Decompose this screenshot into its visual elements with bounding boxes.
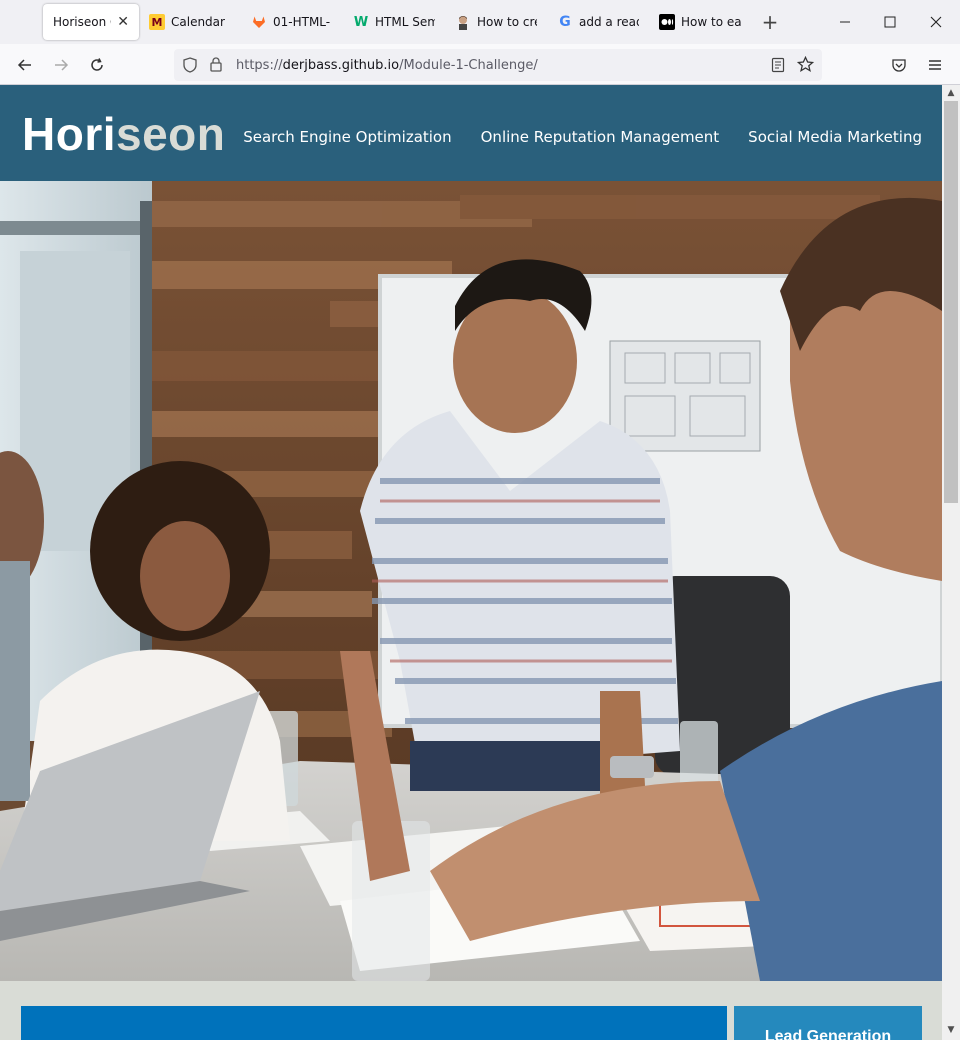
nav-link-seo[interactable]: Search Engine Optimization	[243, 128, 451, 146]
maximize-icon[interactable]	[867, 0, 913, 44]
web-page: Horiseon Search Engine Optimization Onli…	[0, 85, 942, 1040]
menu-hamburger-icon[interactable]	[920, 50, 950, 80]
logo-accent: seon	[116, 108, 226, 160]
reader-view-icon[interactable]	[770, 57, 786, 77]
nav-link-reputation[interactable]: Online Reputation Management	[481, 128, 720, 146]
lock-icon[interactable]	[208, 56, 224, 76]
content-section: Lead Generation	[0, 981, 942, 1040]
tab-label: Calendar	[171, 15, 225, 29]
umn-favicon-icon: M	[149, 14, 165, 30]
site-header: Horiseon Search Engine Optimization Onli…	[0, 85, 942, 181]
logo-main: Hori	[22, 108, 116, 160]
tab-label: 01-HTML-	[273, 15, 331, 29]
tab-label: HTML Sem	[375, 15, 435, 29]
tab-label: Horiseon Op	[53, 15, 111, 29]
new-tab-button[interactable]: +	[755, 7, 785, 37]
tab-gitlab[interactable]: 01-HTML-	[241, 4, 343, 40]
navigation-toolbar: https://derjbass.github.io/Module-1-Chal…	[0, 44, 960, 85]
url-bar[interactable]: https://derjbass.github.io/Module-1-Chal…	[174, 49, 822, 81]
tab-label: How to cre	[477, 15, 537, 29]
hero-image	[0, 181, 942, 981]
window-close-icon[interactable]	[913, 0, 959, 44]
tab-horiseon[interactable]: Horiseon Op ✕	[43, 4, 139, 40]
scroll-down-arrow-icon[interactable]: ▼	[942, 1022, 960, 1038]
google-favicon-icon: G	[559, 14, 571, 30]
shield-icon[interactable]	[182, 57, 198, 77]
tab-w3schools[interactable]: W HTML Sem	[343, 4, 445, 40]
tab-calendar[interactable]: M Calendar	[139, 4, 241, 40]
back-arrow-icon[interactable]	[10, 50, 40, 80]
forward-arrow-icon[interactable]	[46, 50, 76, 80]
gitlab-favicon-icon	[251, 14, 267, 30]
site-logo: Horiseon	[22, 107, 225, 161]
reload-icon[interactable]	[82, 50, 112, 80]
tab-how-to-create[interactable]: How to cre	[445, 4, 547, 40]
site-navigation: Search Engine Optimization Online Reputa…	[243, 128, 922, 146]
minimize-icon[interactable]	[822, 0, 868, 44]
content-main-box	[21, 1006, 727, 1040]
avatar-favicon-icon	[455, 14, 471, 30]
tab-strip: Horiseon Op ✕ M Calendar 01-HTML- W HTML…	[0, 0, 960, 44]
tab-label: How to ea	[681, 15, 741, 29]
url-scheme: https://	[236, 57, 283, 73]
benefit-heading: Lead Generation	[764, 1028, 892, 1040]
url-host: derjbass.github.io	[282, 57, 400, 73]
url-text: https://derjbass.github.io/Module-1-Chal…	[236, 58, 538, 73]
medium-favicon-icon	[659, 14, 675, 30]
scroll-up-arrow-icon[interactable]: ▲	[942, 85, 960, 101]
close-tab-icon[interactable]: ✕	[117, 14, 129, 30]
tab-label: add a read	[579, 15, 639, 29]
bookmark-star-icon[interactable]	[796, 55, 815, 77]
w3schools-favicon-icon: W	[353, 14, 369, 30]
benefits-sidebar-box: Lead Generation	[734, 1006, 922, 1040]
pocket-icon[interactable]	[884, 50, 914, 80]
tab-google[interactable]: G add a read	[547, 4, 649, 40]
scrollbar-thumb[interactable]	[944, 101, 958, 503]
url-path: /Module-1-Challenge/	[399, 57, 538, 73]
page-scrollbar[interactable]: ▲ ▼	[942, 85, 960, 1040]
hero-photo-illustration	[0, 181, 942, 981]
tab-medium[interactable]: How to ea	[649, 4, 751, 40]
nav-link-social-media[interactable]: Social Media Marketing	[748, 128, 922, 146]
